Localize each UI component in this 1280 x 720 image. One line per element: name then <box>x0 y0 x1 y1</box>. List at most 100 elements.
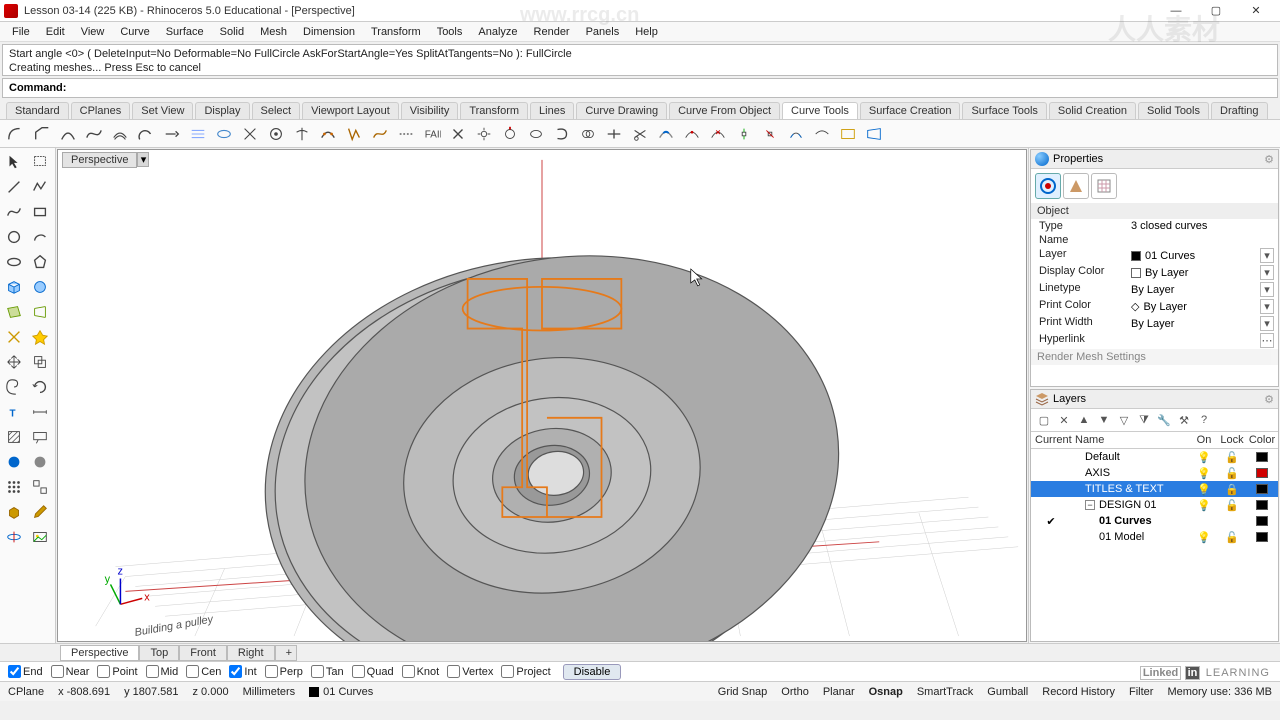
toolbar-tab[interactable]: Set View <box>132 102 193 119</box>
menu-help[interactable]: Help <box>627 24 666 40</box>
dropdown-icon[interactable]: ▾ <box>1260 265 1274 280</box>
command-input[interactable] <box>70 82 1271 94</box>
osnap-tan[interactable]: Tan <box>311 665 344 678</box>
toolbar-tab[interactable]: Display <box>195 102 249 119</box>
toolbar-tab[interactable]: Surface Creation <box>860 102 961 119</box>
menu-curve[interactable]: Curve <box>112 24 157 40</box>
menu-solid[interactable]: Solid <box>212 24 252 40</box>
layer-row-selected[interactable]: TITLES & TEXT💡🔒 <box>1031 481 1278 497</box>
toolbar-tab[interactable]: Select <box>252 102 301 119</box>
osnap-int[interactable]: Int <box>229 665 256 678</box>
explode-tool-icon[interactable] <box>28 325 52 349</box>
menu-edit[interactable]: Edit <box>38 24 73 40</box>
swatch-icon[interactable] <box>1256 484 1268 494</box>
lock-icon[interactable]: 🔓 <box>1218 499 1246 512</box>
hatch-icon[interactable] <box>2 425 26 449</box>
add-viewport-icon[interactable]: + <box>275 645 297 661</box>
adjust-icon[interactable] <box>342 122 366 146</box>
simplify-icon[interactable] <box>368 122 392 146</box>
menu-mesh[interactable]: Mesh <box>252 24 295 40</box>
bulb-icon[interactable]: 💡 <box>1190 467 1218 480</box>
match-icon[interactable] <box>264 122 288 146</box>
viewport-tab-right[interactable]: Right <box>227 645 275 661</box>
menu-dimension[interactable]: Dimension <box>295 24 363 40</box>
viewport-title[interactable]: Perspective <box>62 152 137 168</box>
prop-value[interactable]: By Layer <box>1131 318 1174 330</box>
remove-ctrl-icon[interactable] <box>758 122 782 146</box>
status-units[interactable]: Millimeters <box>243 686 296 698</box>
status-record[interactable]: Record History <box>1042 686 1115 698</box>
line-icon[interactable] <box>2 175 26 199</box>
menu-tools[interactable]: Tools <box>429 24 471 40</box>
swatch-icon[interactable] <box>1256 516 1268 526</box>
tween-icon[interactable] <box>186 122 210 146</box>
surface-icon[interactable] <box>2 300 26 324</box>
section-icon[interactable] <box>2 525 26 549</box>
ellipsis-icon[interactable]: ⋯ <box>1260 333 1274 348</box>
osnap-cen[interactable]: Cen <box>186 665 221 678</box>
funnel-icon[interactable]: ⧩ <box>1135 411 1153 429</box>
lock-icon[interactable]: 🔒 <box>1218 483 1246 496</box>
toolbar-tab[interactable]: Viewport Layout <box>302 102 399 119</box>
filter-icon[interactable]: ▽ <box>1115 411 1133 429</box>
osnap-end[interactable]: End <box>8 665 43 678</box>
swatch-icon[interactable] <box>1256 468 1268 478</box>
menu-analyze[interactable]: Analyze <box>470 24 525 40</box>
bulb-icon[interactable]: 💡 <box>1190 499 1218 512</box>
fillet-icon[interactable] <box>4 122 28 146</box>
sphere-icon[interactable] <box>28 275 52 299</box>
chamfer-icon[interactable] <box>30 122 54 146</box>
status-osnap[interactable]: Osnap <box>869 686 903 698</box>
blend-icon[interactable] <box>82 122 106 146</box>
offset-icon[interactable] <box>108 122 132 146</box>
dropdown-icon[interactable]: ▾ <box>1260 299 1274 314</box>
viewport[interactable]: Perspective▾ <box>57 149 1027 642</box>
explode-icon[interactable] <box>472 122 496 146</box>
menu-panels[interactable]: Panels <box>578 24 628 40</box>
layer-row[interactable]: 01 Model💡🔓 <box>1031 529 1278 545</box>
toolbar-tab[interactable]: CPlanes <box>71 102 131 119</box>
box-icon[interactable] <box>2 275 26 299</box>
dropdown-icon[interactable]: ▾ <box>1260 316 1274 331</box>
osnap-disable-button[interactable]: Disable <box>563 664 622 680</box>
boolean-icon[interactable] <box>576 122 600 146</box>
layer-row[interactable]: AXIS💡🔓 <box>1031 465 1278 481</box>
curve2view-icon[interactable] <box>836 122 860 146</box>
shade-icon[interactable] <box>28 450 52 474</box>
arc-icon[interactable] <box>28 225 52 249</box>
osnap-near[interactable]: Near <box>51 665 90 678</box>
minimize-button[interactable]: — <box>1156 1 1196 21</box>
text-icon[interactable]: T <box>2 400 26 424</box>
crosssection-icon[interactable] <box>212 122 236 146</box>
layer-row[interactable]: Default💡🔓 <box>1031 449 1278 465</box>
toolbar-tab[interactable]: Lines <box>530 102 574 119</box>
array-icon[interactable] <box>2 475 26 499</box>
osnap-point[interactable]: Point <box>97 665 137 678</box>
maximize-button[interactable]: ▢ <box>1196 1 1236 21</box>
command-line[interactable]: Command: <box>2 78 1278 98</box>
up-icon[interactable]: ▲ <box>1075 411 1093 429</box>
seam-icon[interactable] <box>498 122 522 146</box>
sub-curve-icon[interactable] <box>654 122 678 146</box>
prop-value[interactable]: By Layer <box>1131 284 1174 296</box>
menu-transform[interactable]: Transform <box>363 24 429 40</box>
osnap-vertex[interactable]: Vertex <box>447 665 493 678</box>
move-icon[interactable] <box>2 350 26 374</box>
split-icon[interactable] <box>602 122 626 146</box>
curve-icon[interactable] <box>2 200 26 224</box>
swatch-icon[interactable] <box>1256 452 1268 462</box>
toolbar-tab[interactable]: Drafting <box>1211 102 1268 119</box>
handlebar-icon[interactable] <box>784 122 808 146</box>
circle-icon[interactable] <box>2 225 26 249</box>
bulb-icon[interactable]: 💡 <box>1190 531 1218 544</box>
status-planar[interactable]: Planar <box>823 686 855 698</box>
arc-blend-icon[interactable] <box>134 122 158 146</box>
tools-icon[interactable]: 🔧 <box>1155 411 1173 429</box>
help-icon[interactable]: ? <box>1195 411 1213 429</box>
osnap-quad[interactable]: Quad <box>352 665 394 678</box>
connect-icon[interactable] <box>56 122 80 146</box>
close-curve-icon[interactable] <box>550 122 574 146</box>
polyline-icon[interactable] <box>28 175 52 199</box>
delete-layer-icon[interactable]: ✕ <box>1055 411 1073 429</box>
osnap-knot[interactable]: Knot <box>402 665 440 678</box>
